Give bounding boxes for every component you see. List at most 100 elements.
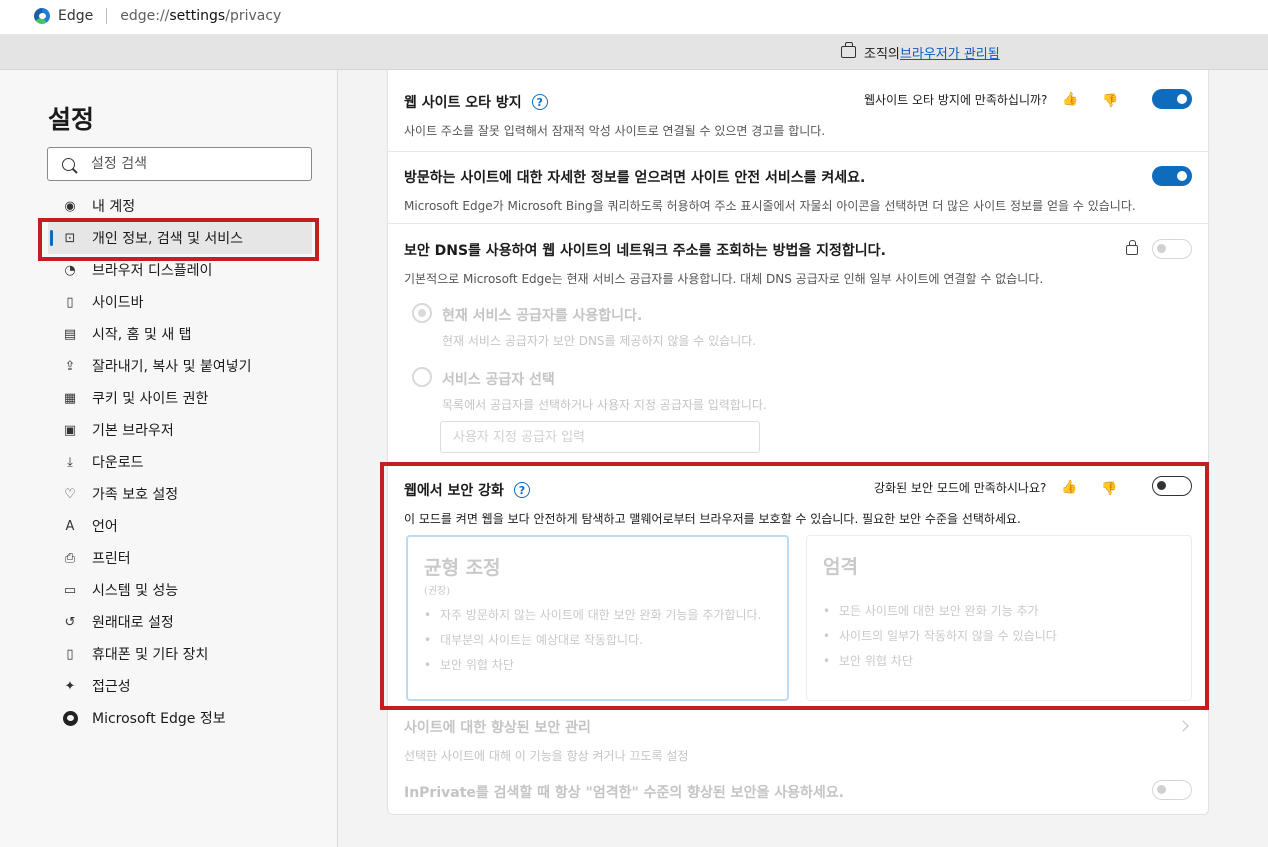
settings-sidebar: 설정 ◉내 계정⊡개인 정보, 검색 및 서비스◔브라우저 디스플레이▯사이드바… — [0, 70, 338, 847]
dns-title: 보안 DNS를 사용하여 웹 사이트의 네트워크 주소를 조회하는 방법을 지정… — [404, 243, 886, 259]
address-separator — [106, 8, 108, 24]
divider — [388, 151, 1210, 152]
sidebar-item-label: 시작, 홈 및 새 탭 — [92, 327, 192, 343]
sidebar-item-label: 가족 보호 설정 — [92, 487, 179, 503]
manage-sites-title: 사이트에 대한 향상된 보안 관리 — [404, 720, 591, 736]
sidebar-item-label: 시스템 및 성능 — [92, 583, 179, 599]
typo-toggle[interactable] — [1152, 89, 1192, 109]
sidebar-nav: ◉ 내 계정 ⊡ 개인 정보, 검색 및 서비스 ◔ 브라우저 디스플레이 ▯ 사이드바 ▤ 시작… — [48, 190, 312, 734]
accessibility-icon: ✦ — [64, 678, 76, 694]
help-icon[interactable]: ? — [531, 94, 548, 110]
sidebar-item-label: 사이드바 — [92, 295, 144, 311]
setting-secure-dns: 보안 DNS를 사용하여 웹 사이트의 네트워크 주소를 조회하는 방법을 지정… — [404, 240, 1194, 287]
search-icon — [62, 157, 75, 171]
sidebar-item-label: 원래대로 설정 — [92, 615, 174, 631]
typo-title: 웹 사이트 오타 방지 — [404, 95, 522, 111]
edge-icon — [62, 710, 78, 726]
dns-toggle[interactable] — [1152, 239, 1192, 259]
highlight-box-sidebar — [38, 218, 319, 261]
share-icon: ⇪ — [64, 358, 76, 374]
thumbs-down-icon[interactable]: 👍 — [1102, 92, 1118, 107]
settings-search-input[interactable] — [91, 156, 291, 172]
sidebar-item[interactable]: ⤓ 다운로드 — [48, 446, 312, 478]
sidebar-item[interactable]: ↺ 원래대로 설정 — [48, 606, 312, 638]
manage-sites-desc: 선택한 사이트에 대해 이 기능을 항상 켜거나 끄도록 설정 — [404, 749, 689, 763]
managed-banner: 조직의 브라우저가 관리됨 — [0, 34, 1268, 70]
setting-site-info: 방문하는 사이트에 대한 자세한 정보를 얻으려면 사이트 안전 서비스를 켜세… — [404, 167, 1194, 214]
inprivate-toggle[interactable] — [1152, 780, 1192, 800]
url-host: settings — [169, 8, 226, 24]
address-url[interactable]: edge://settings/privacy — [120, 8, 281, 24]
sidebar-item[interactable]: ▯ 사이드바 — [48, 286, 312, 318]
typo-feedback-text: 웹사이트 오타 방지에 만족하십니까? — [864, 93, 1048, 107]
sidebar-item-label: 휴대폰 및 기타 장치 — [92, 647, 209, 663]
address-pill[interactable]: Edge edge://settings/privacy — [20, 2, 295, 30]
dns-radio-current[interactable] — [412, 303, 432, 323]
sidebar-item[interactable]: ▦ 쿠키 및 사이트 권한 — [48, 382, 312, 414]
sidebar-icon: ▯ — [66, 294, 74, 310]
dns-provider-input[interactable] — [440, 421, 760, 453]
sidebar-item[interactable]: A 언어 — [48, 510, 312, 542]
dns-desc: 기본적으로 Microsoft Edge는 현재 서비스 공급자를 사용합니다.… — [404, 272, 1044, 286]
browser-icon: ▣ — [63, 422, 77, 438]
sidebar-item-label: 다운로드 — [92, 455, 144, 471]
sidebar-item[interactable]: ⇪ 잘라내기, 복사 및 붙여넣기 — [48, 350, 312, 382]
divider — [388, 223, 1210, 224]
home-tab-icon: ▤ — [63, 326, 77, 342]
family-icon: ♡ — [64, 486, 76, 502]
sidebar-item-label: 브라우저 디스플레이 — [92, 263, 213, 279]
dns-opt1-title: 현재 서비스 공급자를 사용합니다. — [442, 308, 643, 324]
url-prefix: edge:// — [120, 8, 170, 24]
sidebar-item[interactable]: ♡ 가족 보호 설정 — [48, 478, 312, 510]
sidebar-item[interactable]: ▣ 기본 브라우저 — [48, 414, 312, 446]
dns-radio-custom[interactable] — [412, 367, 432, 387]
settings-search-box[interactable] — [47, 147, 312, 181]
sidebar-item-label: 쿠키 및 사이트 권한 — [92, 391, 209, 407]
sidebar-item[interactable]: ✦ 접근성 — [48, 670, 312, 702]
typo-feedback: 웹사이트 오타 방지에 만족하십니까? 👍 👍 — [864, 91, 1119, 108]
sidebar-item[interactable]: Microsoft Edge 정보 — [48, 702, 312, 734]
printer-icon: ⎙ — [64, 550, 76, 566]
site-info-toggle[interactable] — [1152, 166, 1192, 186]
managed-text: 조직의 — [864, 46, 900, 62]
settings-main: 웹 사이트 오타 방지? 사이트 주소를 잘못 입력해서 잠재적 악성 사이트로… — [339, 70, 1268, 847]
sidebar-item-label: 기본 브라우저 — [92, 423, 174, 439]
download-icon: ⤓ — [67, 454, 73, 470]
managed-lock-icon — [1126, 240, 1138, 255]
sidebar-item[interactable]: ▯ 휴대폰 및 기타 장치 — [48, 638, 312, 670]
sidebar-item-label: 언어 — [92, 519, 118, 535]
sidebar-item[interactable]: ⎙ 프린터 — [48, 542, 312, 574]
dns-opt2-title: 서비스 공급자 선택 — [442, 372, 555, 388]
reset-icon: ↺ — [64, 614, 76, 630]
phone-icon: ▯ — [66, 646, 74, 662]
site-info-desc: Microsoft Edge가 Microsoft Bing을 쿼리하도록 허용… — [404, 199, 1136, 213]
sidebar-title: 설정 — [48, 105, 95, 134]
sidebar-item-label: 잘라내기, 복사 및 붙여넣기 — [92, 359, 252, 375]
site-info-title: 방문하는 사이트에 대한 자세한 정보를 얻으려면 사이트 안전 서비스를 켜세… — [404, 170, 866, 186]
edge-logo-icon — [34, 8, 50, 24]
address-brand: Edge — [58, 8, 94, 24]
managed-link[interactable]: 브라우저가 관리됨 — [900, 43, 1000, 62]
sidebar-item-label: 내 계정 — [92, 199, 136, 215]
cookie-icon: ▦ — [63, 390, 77, 406]
palette-icon: ◔ — [64, 262, 76, 278]
setting-manage-sites[interactable]: 사이트에 대한 향상된 보안 관리 선택한 사이트에 대해 이 기능을 항상 켜… — [404, 717, 1194, 764]
typo-desc: 사이트 주소를 잘못 입력해서 잠재적 악성 사이트로 연결될 수 있으면 경고… — [404, 124, 826, 138]
briefcase-icon — [841, 42, 856, 58]
url-path: /privacy — [225, 8, 282, 24]
address-bar: Edge edge://settings/privacy — [0, 0, 1268, 34]
highlight-box-enhanced-security — [380, 462, 1209, 710]
sidebar-item[interactable]: ▭ 시스템 및 성능 — [48, 574, 312, 606]
setting-inprivate: InPrivate를 검색할 때 항상 "엄격한" 수준의 향상된 보안을 사용… — [404, 782, 1194, 802]
sidebar-item-label: 프린터 — [92, 551, 131, 567]
sidebar-item-label: Microsoft Edge 정보 — [92, 711, 226, 727]
dns-opt2-desc: 목록에서 공급자를 선택하거나 사용자 지정 공급자를 입력합니다. — [442, 398, 767, 412]
language-icon: A — [65, 518, 75, 534]
thumbs-up-icon[interactable]: 👍 — [1062, 92, 1078, 107]
dns-opt1-desc: 현재 서비스 공급자가 보안 DNS를 제공하지 않을 수 있습니다. — [442, 334, 757, 348]
account-icon: ◉ — [64, 198, 76, 214]
sidebar-item-label: 접근성 — [92, 679, 131, 695]
sidebar-item[interactable]: ▤ 시작, 홈 및 새 탭 — [48, 318, 312, 350]
inprivate-title: InPrivate를 검색할 때 항상 "엄격한" 수준의 향상된 보안을 사용… — [404, 785, 844, 801]
laptop-icon: ▭ — [63, 582, 77, 598]
